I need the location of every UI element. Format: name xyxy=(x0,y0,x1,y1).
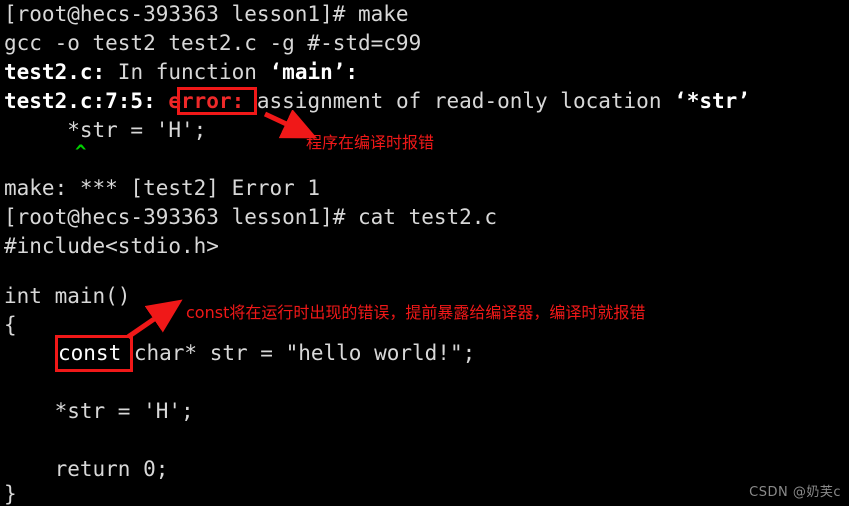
error-symbol: ‘*str’ xyxy=(674,89,750,113)
terminal-line-prompt-cat: [root@hecs-393363 lesson1]# cat test2.c xyxy=(4,203,497,232)
terminal-line-prompt-make: [root@hecs-393363 lesson1]# make xyxy=(4,0,409,29)
error-message: assignment of read-only location xyxy=(244,89,675,113)
in-function-symbol: ‘main’: xyxy=(269,60,359,84)
terminal-line-gcc-command: gcc -o test2 test2.c -g #-std=c99 xyxy=(4,29,421,58)
terminal-line-main: int main() xyxy=(4,282,130,311)
terminal-line-open-brace: { xyxy=(4,311,17,340)
src-const-keyword: const xyxy=(58,341,122,365)
error-source-text: *str = 'H'; xyxy=(4,118,207,142)
terminal-line-const-decl: const char* str = "hello world!"; xyxy=(58,339,475,368)
error-keyword: error: xyxy=(168,89,245,113)
terminal-line-error-source: *str = 'H'; xyxy=(4,116,206,145)
terminal-line-make-error: make: *** [test2] Error 1 xyxy=(4,174,320,203)
terminal-line-close-brace: } xyxy=(4,480,17,506)
terminal-line-in-function: test2.c: In function ‘main’: xyxy=(4,58,358,87)
terminal-output: [root@hecs-393363 lesson1]# make gcc -o … xyxy=(0,0,849,506)
src-assign-text: *str = 'H'; xyxy=(4,399,194,423)
in-function-file: test2.c: xyxy=(4,60,106,84)
terminal-line-error: test2.c:7:5: error: assignment of read-o… xyxy=(4,87,750,116)
src-decl-rest-text: char* str = "hello world!"; xyxy=(121,341,476,365)
error-annotation-label: 程序在编译时报错 xyxy=(306,133,435,152)
error-location: test2.c:7:5: xyxy=(4,89,156,113)
terminal-line-caret: ^ xyxy=(75,138,86,167)
src-close-brace-text: } xyxy=(4,482,17,506)
error-caret-marker: ^ xyxy=(75,141,87,163)
terminal-line-return: return 0; xyxy=(4,455,169,484)
terminal-screenshot: [root@hecs-393363 lesson1]# make gcc -o … xyxy=(0,0,849,506)
csdn-watermark: CSDN @奶芙c xyxy=(749,485,841,500)
make-error-text: make: *** [test2] Error 1 xyxy=(4,176,321,200)
src-include-text: #include<stdio.h> xyxy=(4,234,219,258)
const-annotation-label: const将在运行时出现的错误，提前暴露给编译器，编译时就报错 xyxy=(186,303,646,322)
terminal-line-include: #include<stdio.h> xyxy=(4,232,219,261)
src-return-text: return 0; xyxy=(4,457,169,481)
gcc-command-text: gcc -o test2 test2.c -g #-std=c99 xyxy=(4,31,422,55)
prompt-cat-text: [root@hecs-393363 lesson1]# cat test2.c xyxy=(4,205,498,229)
prompt-make-text: [root@hecs-393363 lesson1]# make xyxy=(4,2,409,26)
in-function-middle: In function xyxy=(105,60,270,84)
terminal-line-assign: *str = 'H'; xyxy=(4,397,194,426)
src-open-brace-text: { xyxy=(4,313,17,337)
src-main-text: int main() xyxy=(4,284,131,308)
